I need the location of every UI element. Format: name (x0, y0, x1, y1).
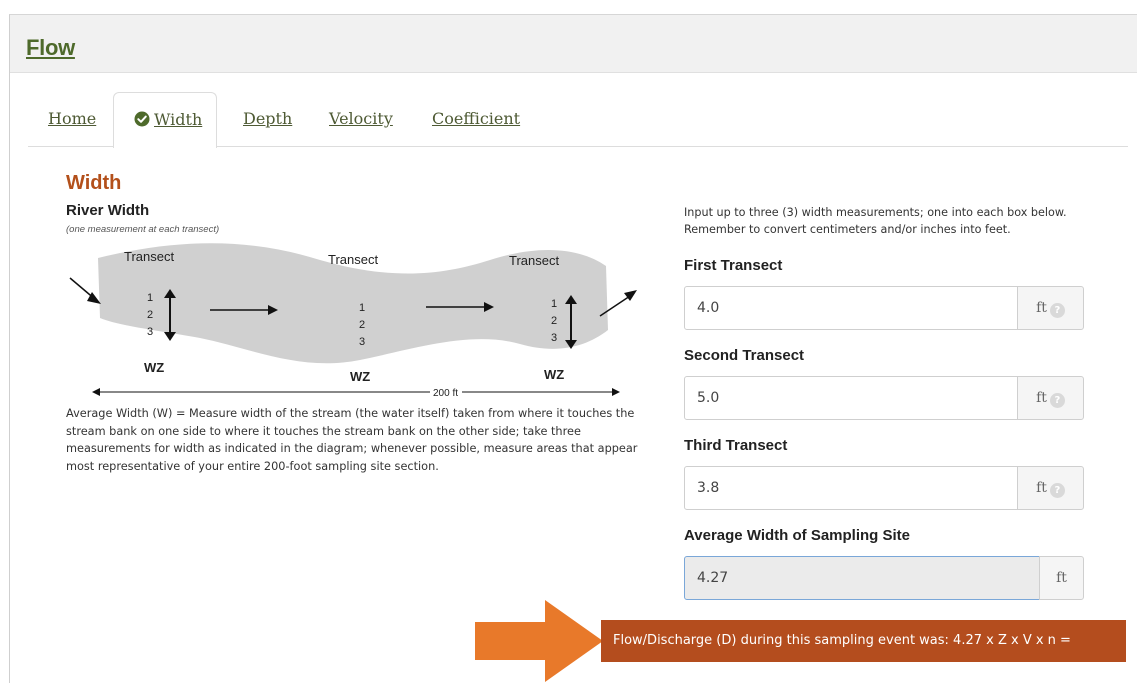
check-circle-icon (134, 111, 150, 127)
average-width-group: 4.27 ft (684, 556, 1084, 600)
average-width-unit: ft (1039, 556, 1084, 600)
wz-label-3: WZ (544, 367, 564, 382)
second-transect-label: Second Transect (684, 347, 805, 364)
transect-3-num-2: 2 (551, 315, 557, 327)
diagram-subtitle: (one measurement at each transect) (66, 224, 220, 235)
page-title[interactable]: Flow (26, 35, 75, 61)
diagram-title: River Width (66, 202, 150, 219)
transect-2-num-3: 3 (359, 336, 365, 348)
help-icon[interactable]: ? (1049, 393, 1065, 408)
tab-width[interactable]: Width (134, 110, 202, 129)
arrow-right-icon (475, 600, 603, 682)
instructions-line-2: Remember to convert centimeters and/or i… (684, 223, 1011, 236)
first-transect-input[interactable]: 4.0 (684, 286, 1018, 330)
transect-1-arrow-down (164, 332, 176, 341)
transect-1-num-3: 3 (147, 326, 153, 338)
flow-result-banner: Flow/Discharge (D) during this sampling … (601, 620, 1126, 662)
transect-3-num-1: 1 (551, 298, 557, 310)
third-transect-unit: ft? (1017, 466, 1084, 510)
distance-arrow-right-head (612, 388, 620, 396)
average-width-output: 4.27 (684, 556, 1040, 600)
tab-width-container: Width (113, 92, 217, 148)
wz-label-2: WZ (350, 369, 370, 384)
distance-label: 200 ft (433, 388, 458, 399)
third-transect-group: 3.8 ft? (684, 466, 1084, 510)
unit-label: ft (1036, 300, 1047, 316)
page-header: Flow (10, 15, 1137, 73)
section-title: Width (66, 172, 122, 194)
transect-1-num-1: 1 (147, 292, 153, 304)
instructions: Input up to three (3) width measurements… (684, 204, 1104, 238)
first-transect-label: First Transect (684, 257, 783, 274)
third-transect-label: Third Transect (684, 437, 788, 454)
unit-label: ft (1036, 480, 1047, 496)
help-icon[interactable]: ? (1049, 303, 1065, 318)
average-width-label: Average Width of Sampling Site (684, 527, 911, 544)
transect-2-num-2: 2 (359, 319, 365, 331)
instructions-line-1: Input up to three (3) width measurements… (684, 206, 1067, 219)
transect-3-num-3: 3 (551, 332, 557, 344)
unit-label: ft (1036, 390, 1047, 406)
wz-label-1: WZ (144, 360, 164, 375)
second-transect-unit: ft? (1017, 376, 1084, 420)
distance-arrow-left-head (92, 388, 100, 396)
transect-label-1: Transect (124, 249, 174, 264)
first-transect-group: 4.0 ft? (684, 286, 1084, 330)
third-transect-input[interactable]: 3.8 (684, 466, 1018, 510)
tab-home[interactable]: Home (48, 109, 96, 128)
tab-coefficient[interactable]: Coefficient (432, 109, 520, 128)
transect-label-2: Transect (328, 252, 378, 267)
tab-velocity[interactable]: Velocity (329, 109, 393, 128)
river-width-diagram: Transect Transect Transect 1 2 3 1 2 3 1… (69, 243, 637, 399)
second-transect-input[interactable]: 5.0 (684, 376, 1018, 420)
tab-depth[interactable]: Depth (243, 109, 292, 128)
transect-2-num-1: 1 (359, 302, 365, 314)
help-icon[interactable]: ? (1049, 483, 1065, 498)
second-transect-group: 5.0 ft? (684, 376, 1084, 420)
tab-width-label: Width (154, 110, 203, 129)
width-description: Average Width (W) = Measure width of the… (66, 407, 638, 473)
first-transect-unit: ft? (1017, 286, 1084, 330)
transect-1-num-2: 2 (147, 309, 153, 321)
transect-label-3: Transect (509, 253, 559, 268)
tab-bar: Home Width Depth Velocity Coefficient (28, 92, 1128, 148)
